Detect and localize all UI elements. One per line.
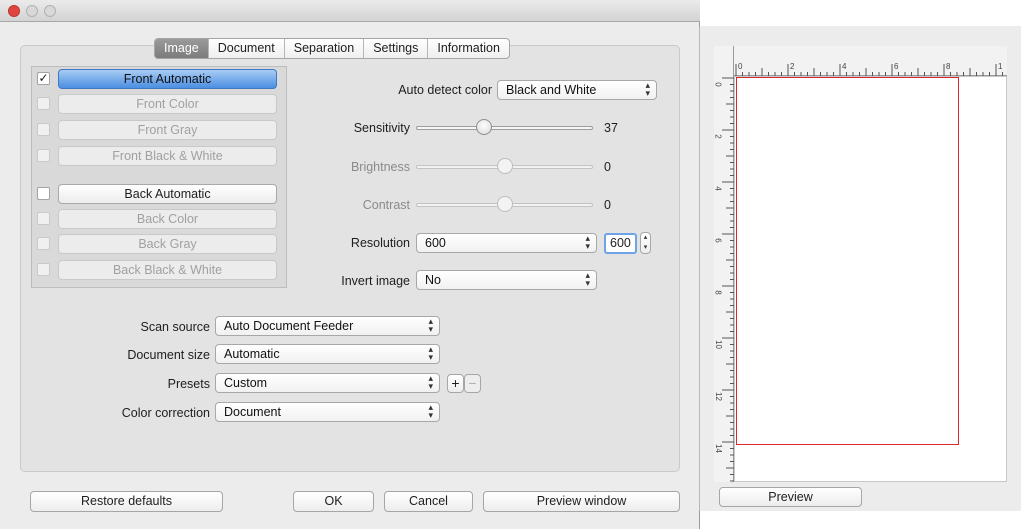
sensitivity-slider-knob[interactable] — [475, 119, 492, 135]
horizontal-ruler: 0 2 4 6 8 1 — [714, 46, 1007, 76]
auto-detect-color-value: Black and White — [506, 83, 597, 97]
vertical-ruler: 0 2 4 6 8 10 12 14 — [714, 46, 734, 482]
ruler-top-label: 6 — [894, 62, 899, 71]
remove-preset-button[interactable]: − — [464, 374, 481, 393]
presets-popup[interactable]: Custom ▴ ▾ — [215, 373, 440, 393]
add-preset-button[interactable]: + — [447, 374, 464, 393]
resolution-stepper[interactable]: ▴ ▾ — [640, 232, 651, 254]
sensitivity-slider[interactable] — [416, 126, 593, 130]
back-black-white-checkbox[interactable] — [37, 263, 50, 276]
cancel-button[interactable]: Cancel — [384, 491, 473, 512]
tab-settings[interactable]: Settings — [364, 39, 429, 58]
ruler-left-label: 8 — [713, 290, 723, 295]
auto-detect-color-label: Auto detect color — [398, 83, 492, 97]
scan-area-frame[interactable] — [736, 77, 959, 445]
front-automatic-button[interactable]: Front Automatic — [58, 69, 277, 89]
sensitivity-value: 37 — [604, 121, 618, 135]
ruler-left-label: 6 — [713, 238, 723, 243]
preview-window-button[interactable]: Preview window — [483, 491, 680, 512]
sensitivity-label: Sensitivity — [353, 121, 410, 135]
color-correction-value: Document — [224, 405, 281, 419]
ruler-top-label: 4 — [842, 62, 847, 71]
restore-defaults-button[interactable]: Restore defaults — [30, 491, 223, 512]
resolution-popup-value: 600 — [425, 236, 446, 250]
stepper-arrows-icon: ▴ ▾ — [428, 344, 433, 362]
resolution-field[interactable]: 600 — [604, 233, 637, 254]
ruler-left-label: 10 — [713, 340, 723, 349]
presets-label: Presets — [167, 377, 210, 391]
back-automatic-checkbox[interactable] — [37, 187, 50, 200]
ruler-left-label: 2 — [713, 134, 723, 139]
ruler-left-label: 4 — [713, 186, 723, 191]
ruler-left-label: 0 — [713, 82, 723, 87]
document-size-label: Document size — [127, 348, 210, 362]
horizontal-ruler-ticks — [735, 64, 1003, 76]
back-gray-button[interactable]: Back Gray — [58, 234, 277, 254]
ruler-left-label: 14 — [713, 444, 723, 453]
ruler-top-label: 1 — [998, 62, 1003, 71]
invert-image-label: Invert image — [341, 274, 410, 288]
tab-separation[interactable]: Separation — [285, 39, 365, 58]
brightness-value: 0 — [604, 160, 611, 174]
contrast-value: 0 — [604, 198, 611, 212]
scan-source-value: Auto Document Feeder — [224, 319, 354, 333]
front-black-white-button[interactable]: Front Black & White — [58, 146, 277, 166]
invert-image-value: No — [425, 273, 441, 287]
ruler-top-label: 8 — [946, 62, 951, 71]
close-window-button[interactable] — [8, 5, 20, 17]
color-correction-popup[interactable]: Document ▴ ▾ — [215, 402, 440, 422]
invert-image-popup[interactable]: No ▴ ▾ — [416, 270, 597, 290]
ok-button[interactable]: OK — [293, 491, 374, 512]
stepper-arrows-icon: ▴ ▾ — [428, 373, 433, 391]
ruler-left-label: 12 — [713, 392, 723, 401]
title-bar[interactable] — [0, 0, 700, 22]
scan-source-label: Scan source — [140, 320, 210, 334]
document-size-value: Automatic — [224, 347, 280, 361]
stepper-arrows-icon: ▴ ▾ — [428, 402, 433, 420]
contrast-slider-knob[interactable] — [496, 196, 513, 212]
color-correction-label: Color correction — [121, 406, 210, 420]
back-color-checkbox[interactable] — [37, 212, 50, 225]
zoom-window-button[interactable] — [44, 5, 56, 17]
tab-document[interactable]: Document — [209, 39, 285, 58]
resolution-popup[interactable]: 600 ▴ ▾ — [416, 233, 597, 253]
front-black-white-checkbox[interactable] — [37, 149, 50, 162]
back-gray-checkbox[interactable] — [37, 237, 50, 250]
contrast-label: Contrast — [362, 198, 410, 212]
tab-information[interactable]: Information — [428, 39, 509, 58]
preview-button[interactable]: Preview — [719, 487, 862, 507]
stepper-arrows-icon: ▴ ▾ — [585, 270, 590, 288]
scan-source-popup[interactable]: Auto Document Feeder ▴ ▾ — [215, 316, 440, 336]
back-color-button[interactable]: Back Color — [58, 209, 277, 229]
back-automatic-button[interactable]: Back Automatic — [58, 184, 277, 204]
ruler-top-label: 0 — [738, 62, 743, 71]
front-color-checkbox[interactable] — [37, 97, 50, 110]
stepper-arrows-icon: ▴ ▾ — [428, 316, 433, 334]
brightness-slider-knob[interactable] — [496, 158, 513, 174]
minimize-window-button[interactable] — [26, 5, 38, 17]
front-automatic-checkbox[interactable]: ✓ — [37, 72, 50, 85]
front-gray-button[interactable]: Front Gray — [58, 120, 277, 140]
auto-detect-color-popup[interactable]: Black and White ▴ ▾ — [497, 80, 657, 100]
tab-image[interactable]: Image — [155, 39, 209, 58]
stepper-arrows-icon: ▴ ▾ — [585, 233, 590, 251]
presets-value: Custom — [224, 376, 268, 390]
ruler-top-label: 2 — [790, 62, 795, 71]
tab-bar: Image Document Separation Settings Infor… — [154, 38, 510, 59]
stepper-arrows-icon: ▴ ▾ — [645, 80, 650, 98]
brightness-label: Brightness — [350, 160, 410, 174]
vertical-ruler-ticks — [722, 77, 734, 482]
resolution-label: Resolution — [350, 236, 410, 250]
front-gray-checkbox[interactable] — [37, 123, 50, 136]
front-color-button[interactable]: Front Color — [58, 94, 277, 114]
back-black-white-button[interactable]: Back Black & White — [58, 260, 277, 280]
document-size-popup[interactable]: Automatic ▴ ▾ — [215, 344, 440, 364]
